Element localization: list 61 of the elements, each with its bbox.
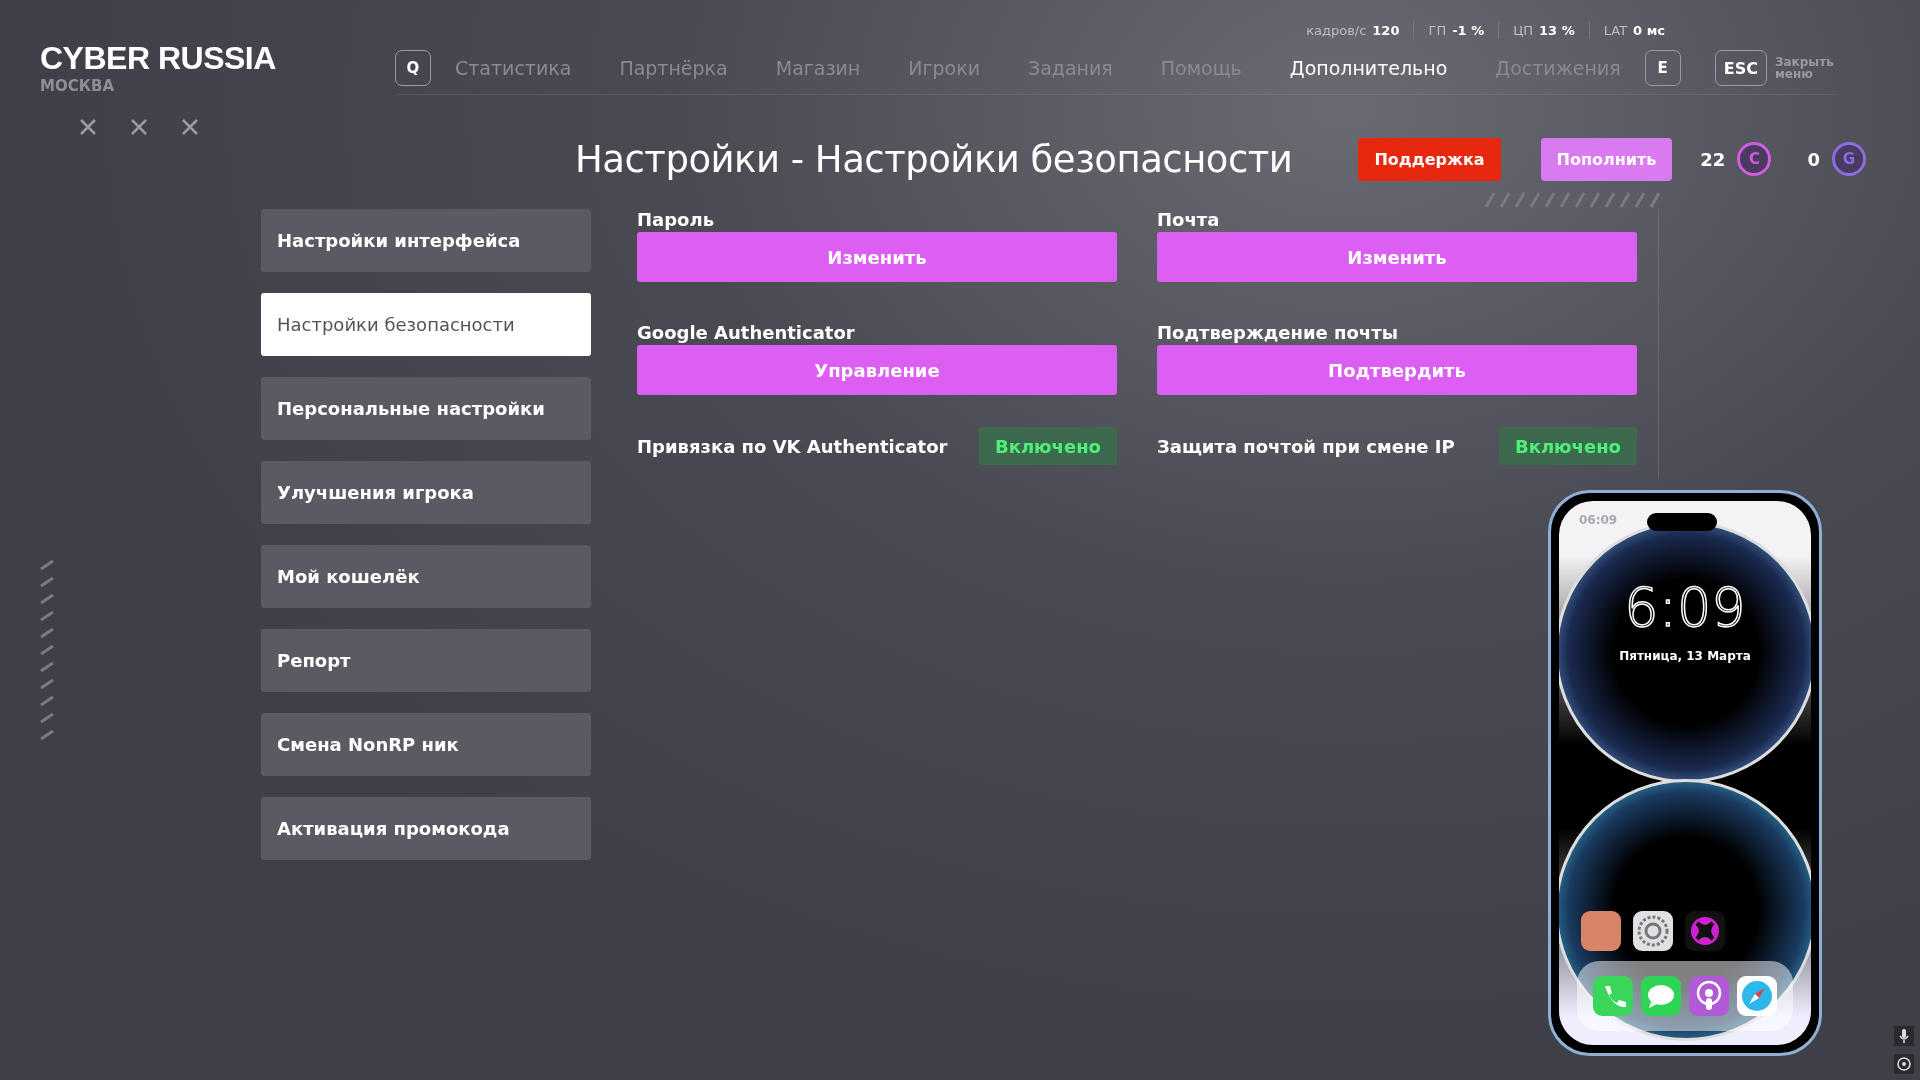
nav-tab[interactable]: Дополнительно <box>1265 57 1472 79</box>
phone-icon[interactable] <box>1593 976 1633 1016</box>
balance-amount: 0 <box>1807 148 1820 170</box>
stat-value: -1 % <box>1452 22 1485 38</box>
setting-label: Google Authenticator <box>637 322 856 343</box>
sidebar-item[interactable]: Настройки интерфейса <box>261 209 591 272</box>
sidebar-item[interactable]: Настройки безопасности <box>261 293 591 356</box>
stat-label: LAT <box>1603 22 1628 38</box>
setting-action-button[interactable]: Подтвердить <box>1157 345 1637 395</box>
compass-icon[interactable] <box>1737 976 1777 1016</box>
logo-title: CYBER RUSSIA <box>40 40 277 77</box>
page-title: Настройки - Настройки безопасности <box>575 137 1293 181</box>
settings-icon[interactable] <box>1633 911 1673 951</box>
stat-label: кадров/с <box>1306 22 1367 38</box>
sidebar-item[interactable]: Улучшения игрока <box>261 461 591 524</box>
stat-value: 0 мс <box>1633 22 1665 38</box>
lock-date: Пятница, 13 Марта <box>1618 649 1752 663</box>
setting-action-button[interactable]: Изменить <box>1157 232 1637 282</box>
setting-action-button[interactable]: Изменить <box>637 232 1117 282</box>
sidebar-item[interactable]: Мой кошелёк <box>261 545 591 608</box>
support-button[interactable]: Поддержка <box>1358 137 1501 181</box>
cross-icon <box>129 117 149 137</box>
status-toggle[interactable]: Включено <box>1499 427 1637 465</box>
podcast-icon[interactable] <box>1689 976 1729 1016</box>
setting-label: Пароль <box>637 209 716 230</box>
close-menu-label: Закрыть меню <box>1775 56 1835 80</box>
top-up-button[interactable]: Пополнить <box>1540 137 1673 181</box>
setting-label: Привязка по VK Authenticator <box>637 435 948 457</box>
cross-icon <box>180 117 200 137</box>
nav-tab[interactable]: Партнёрка <box>595 57 752 79</box>
star-app-icon[interactable] <box>1685 911 1725 951</box>
status-toggle[interactable]: Включено <box>979 427 1117 465</box>
sidebar-item[interactable]: Репорт <box>261 629 591 692</box>
setting-label: Защита почтой при смене IP <box>1157 435 1455 457</box>
setting-action-button[interactable]: Управление <box>637 345 1117 395</box>
nav-tab[interactable]: Статистика <box>431 57 596 79</box>
nav-tab[interactable]: Магазин <box>751 57 885 79</box>
sidebar-item[interactable]: Активация промокода <box>261 797 591 860</box>
stat-value: 120 <box>1372 22 1400 38</box>
sidebar-item[interactable]: Смена NonRP ник <box>261 713 591 776</box>
setting-label: Подтверждение почты <box>1157 322 1399 343</box>
stat-label: ГП <box>1428 22 1447 38</box>
key-hint-button[interactable]: E <box>1644 50 1681 86</box>
camera-notch <box>1647 513 1717 531</box>
stat-value: 13 % <box>1539 22 1575 38</box>
target-icon[interactable] <box>1894 1054 1914 1074</box>
stat-label: ЦП <box>1513 22 1534 38</box>
close-menu-button[interactable]: ESC <box>1714 50 1767 86</box>
microphone-icon[interactable] <box>1894 1026 1914 1046</box>
currency-coin: C <box>1737 142 1772 176</box>
key-hint-button[interactable]: Q <box>395 50 431 86</box>
phone-status-time: 06:09 <box>1579 513 1618 527</box>
cross-icon <box>78 117 98 137</box>
sidebar-item[interactable]: Персональные настройки <box>261 377 591 440</box>
chat-bubble-icon[interactable] <box>1641 976 1681 1016</box>
lock-clock: 6:09 <box>1623 576 1747 639</box>
currency-coin: G <box>1831 142 1866 176</box>
city-label: МОСКВА <box>40 77 115 95</box>
game-app-icon[interactable] <box>1581 911 1621 951</box>
balance-amount: 22 <box>1700 148 1726 170</box>
setting-label: Почта <box>1157 209 1221 230</box>
